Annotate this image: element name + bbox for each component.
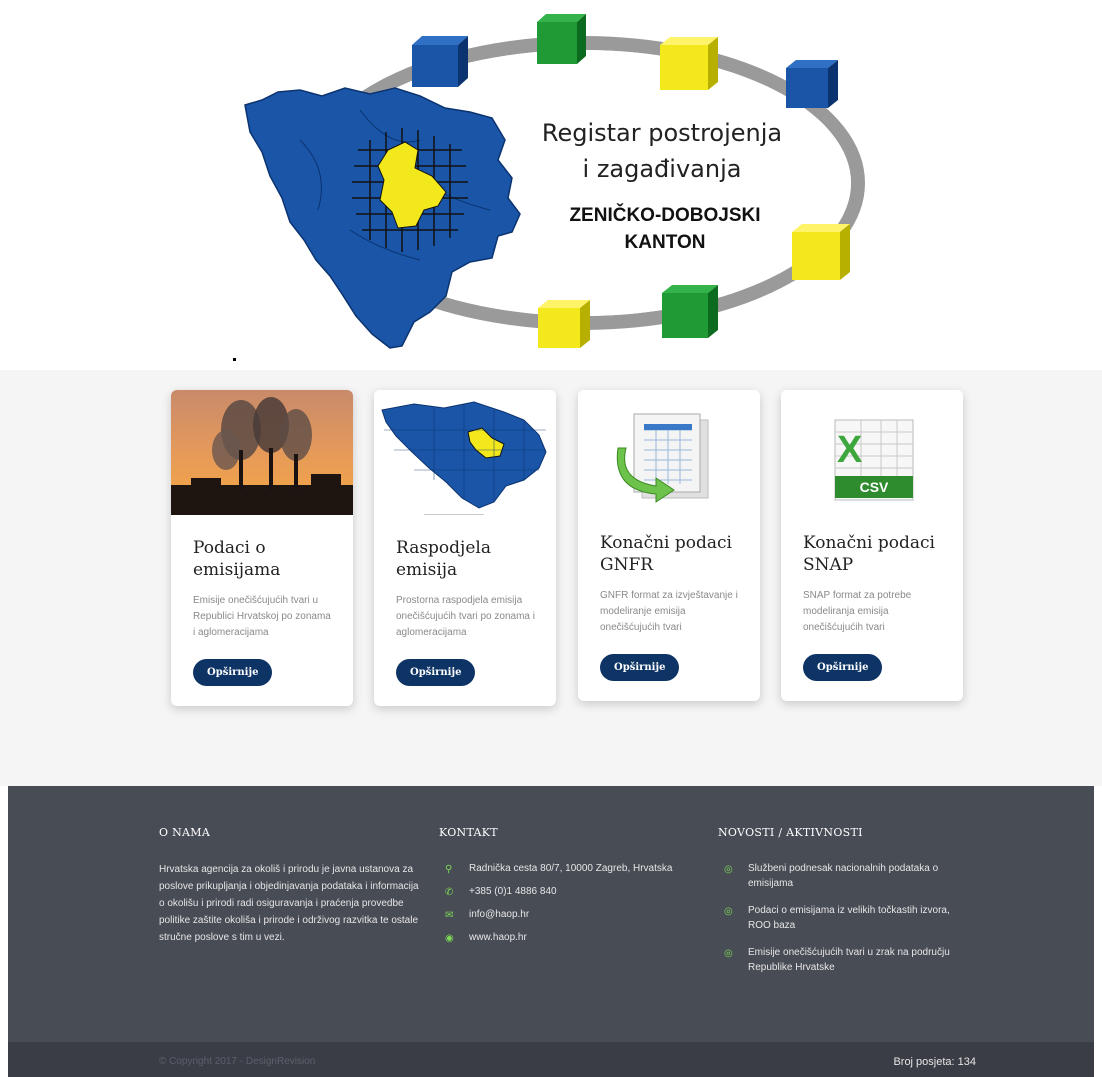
logo-title-line3: ZENIČKO-DOBOJSKI xyxy=(569,204,760,226)
card-emission-distribution: Raspodjela emisija Prostorna raspodjela … xyxy=(374,390,556,706)
card-gnfr-data: Konačni podaci GNFR GNFR format za izvje… xyxy=(578,390,760,701)
phone-icon: ✆ xyxy=(445,887,454,898)
footer-about-text: Hrvatska agencija za okoliš i prirodu je… xyxy=(159,864,419,943)
footer-contact: KONTAKT ⚲ Radnička cesta 80/7, 10000 Zag… xyxy=(439,826,709,953)
cube-yellow-1 xyxy=(660,37,718,90)
cards-section: Podaci o emisijama Emisije onečišćujućih… xyxy=(0,370,1102,786)
copyright-text: © Copyright 2017 - DesignRevision xyxy=(159,1056,316,1067)
visit-counter: Broj posjeta: 134 xyxy=(893,1056,976,1068)
card-title-line1: Raspodjela xyxy=(396,538,491,558)
register-logo: Registar postrojenja i zagađivanja ZENIČ… xyxy=(244,14,865,349)
card-title-line2: GNFR xyxy=(600,555,654,575)
contact-address: ⚲ Radnička cesta 80/7, 10000 Zagreb, Hrv… xyxy=(439,861,709,884)
card-title: Raspodjela emisija xyxy=(396,537,536,581)
cube-green-2 xyxy=(662,285,718,338)
contact-email-link[interactable]: info@haop.hr xyxy=(469,909,529,920)
card-title-line1: Podaci o xyxy=(193,538,266,558)
card-title-line2: SNAP xyxy=(803,555,854,575)
more-button[interactable]: Opširnije xyxy=(600,654,680,681)
circle-bullet-icon: ◎ xyxy=(724,906,733,917)
csv-excel-icon: X CSV xyxy=(781,390,963,510)
cube-green-1 xyxy=(537,14,586,64)
contact-phone-text: +385 (0)1 4886 840 xyxy=(469,886,557,897)
news-item-link[interactable]: Emisije onečišćujućih tvari u zrak na po… xyxy=(748,947,950,973)
map-marker-icon: ⚲ xyxy=(445,864,453,875)
cube-yellow-3 xyxy=(538,300,590,348)
circle-bullet-icon: ◎ xyxy=(724,948,733,959)
more-button[interactable]: Opširnije xyxy=(396,659,476,686)
csv-label: CSV xyxy=(860,479,889,495)
footer-contact-heading: KONTAKT xyxy=(439,826,498,839)
footer-bottom-bar: © Copyright 2017 - DesignRevision Broj p… xyxy=(8,1042,1094,1077)
cube-blue-1 xyxy=(412,36,468,87)
distribution-map-image xyxy=(374,390,556,515)
footer-news: NOVOSTI / AKTIVNOSTI ◎ Službeni podnesak… xyxy=(718,826,968,987)
card-description: Emisije onečišćujućih tvari u Republici … xyxy=(193,595,331,638)
card-description: GNFR format za izvještavanje i modeliran… xyxy=(600,590,738,633)
contact-phone: ✆ +385 (0)1 4886 840 xyxy=(439,884,709,907)
card-title: Konačni podaci GNFR xyxy=(600,532,740,576)
contact-email[interactable]: ✉ info@haop.hr xyxy=(439,907,709,930)
card-title: Podaci o emisijama xyxy=(193,537,333,581)
footer-about-heading: O NAMA xyxy=(159,826,211,839)
card-title: Konačni podaci SNAP xyxy=(803,532,943,576)
cube-yellow-2 xyxy=(792,224,850,280)
card-description: Prostorna raspodjela emisija onečišćujuć… xyxy=(396,595,535,638)
news-item[interactable]: ◎ Službeni podnesak nacionalnih podataka… xyxy=(718,861,968,891)
contact-web[interactable]: ◉ www.haop.hr xyxy=(439,930,709,953)
news-item-link[interactable]: Službeni podnesak nacionalnih podataka o… xyxy=(748,863,938,889)
card-title-line2: emisijama xyxy=(193,560,281,580)
card-emissions-data: Podaci o emisijama Emisije onečišćujućih… xyxy=(171,390,353,706)
globe-icon: ◉ xyxy=(445,933,454,944)
spreadsheet-refresh-icon xyxy=(578,390,760,510)
logo-title-line4: KANTON xyxy=(625,232,706,253)
card-snap-data: X CSV Konačni podaci SNAP SNAP format za… xyxy=(781,390,963,701)
logo-title-line2: i zagađivanja xyxy=(583,155,742,183)
envelope-icon: ✉ xyxy=(445,910,454,921)
hero-logo: Registar postrojenja i zagađivanja ZENIČ… xyxy=(0,0,1102,370)
footer: O NAMA Hrvatska agencija za okoliš i pri… xyxy=(8,786,1094,1042)
cube-blue-2 xyxy=(786,60,838,108)
news-item[interactable]: ◎ Emisije onečišćujućih tvari u zrak na … xyxy=(718,945,968,975)
factory-smoke-image xyxy=(171,390,353,515)
stray-dot xyxy=(233,358,236,361)
svg-text:X: X xyxy=(837,429,863,471)
circle-bullet-icon: ◎ xyxy=(724,864,733,875)
news-item[interactable]: ◎ Podaci o emisijama iz velikih točkasti… xyxy=(718,903,968,933)
more-button[interactable]: Opširnije xyxy=(803,654,883,681)
card-title-line1: Konačni podaci xyxy=(600,533,732,553)
footer-news-heading: NOVOSTI / AKTIVNOSTI xyxy=(718,826,863,839)
contact-address-text: Radnička cesta 80/7, 10000 Zagreb, Hrvat… xyxy=(469,863,673,874)
more-button[interactable]: Opširnije xyxy=(193,659,273,686)
contact-web-link[interactable]: www.haop.hr xyxy=(469,932,527,943)
news-item-link[interactable]: Podaci o emisijama iz velikih točkastih … xyxy=(748,905,950,931)
card-title-line1: Konačni podaci xyxy=(803,533,935,553)
card-title-line2: emisija xyxy=(396,560,458,580)
footer-about: O NAMA Hrvatska agencija za okoliš i pri… xyxy=(159,826,421,946)
logo-title-line1: Registar postrojenja xyxy=(542,119,782,147)
card-description: SNAP format za potrebe modeliranja emisi… xyxy=(803,590,912,633)
